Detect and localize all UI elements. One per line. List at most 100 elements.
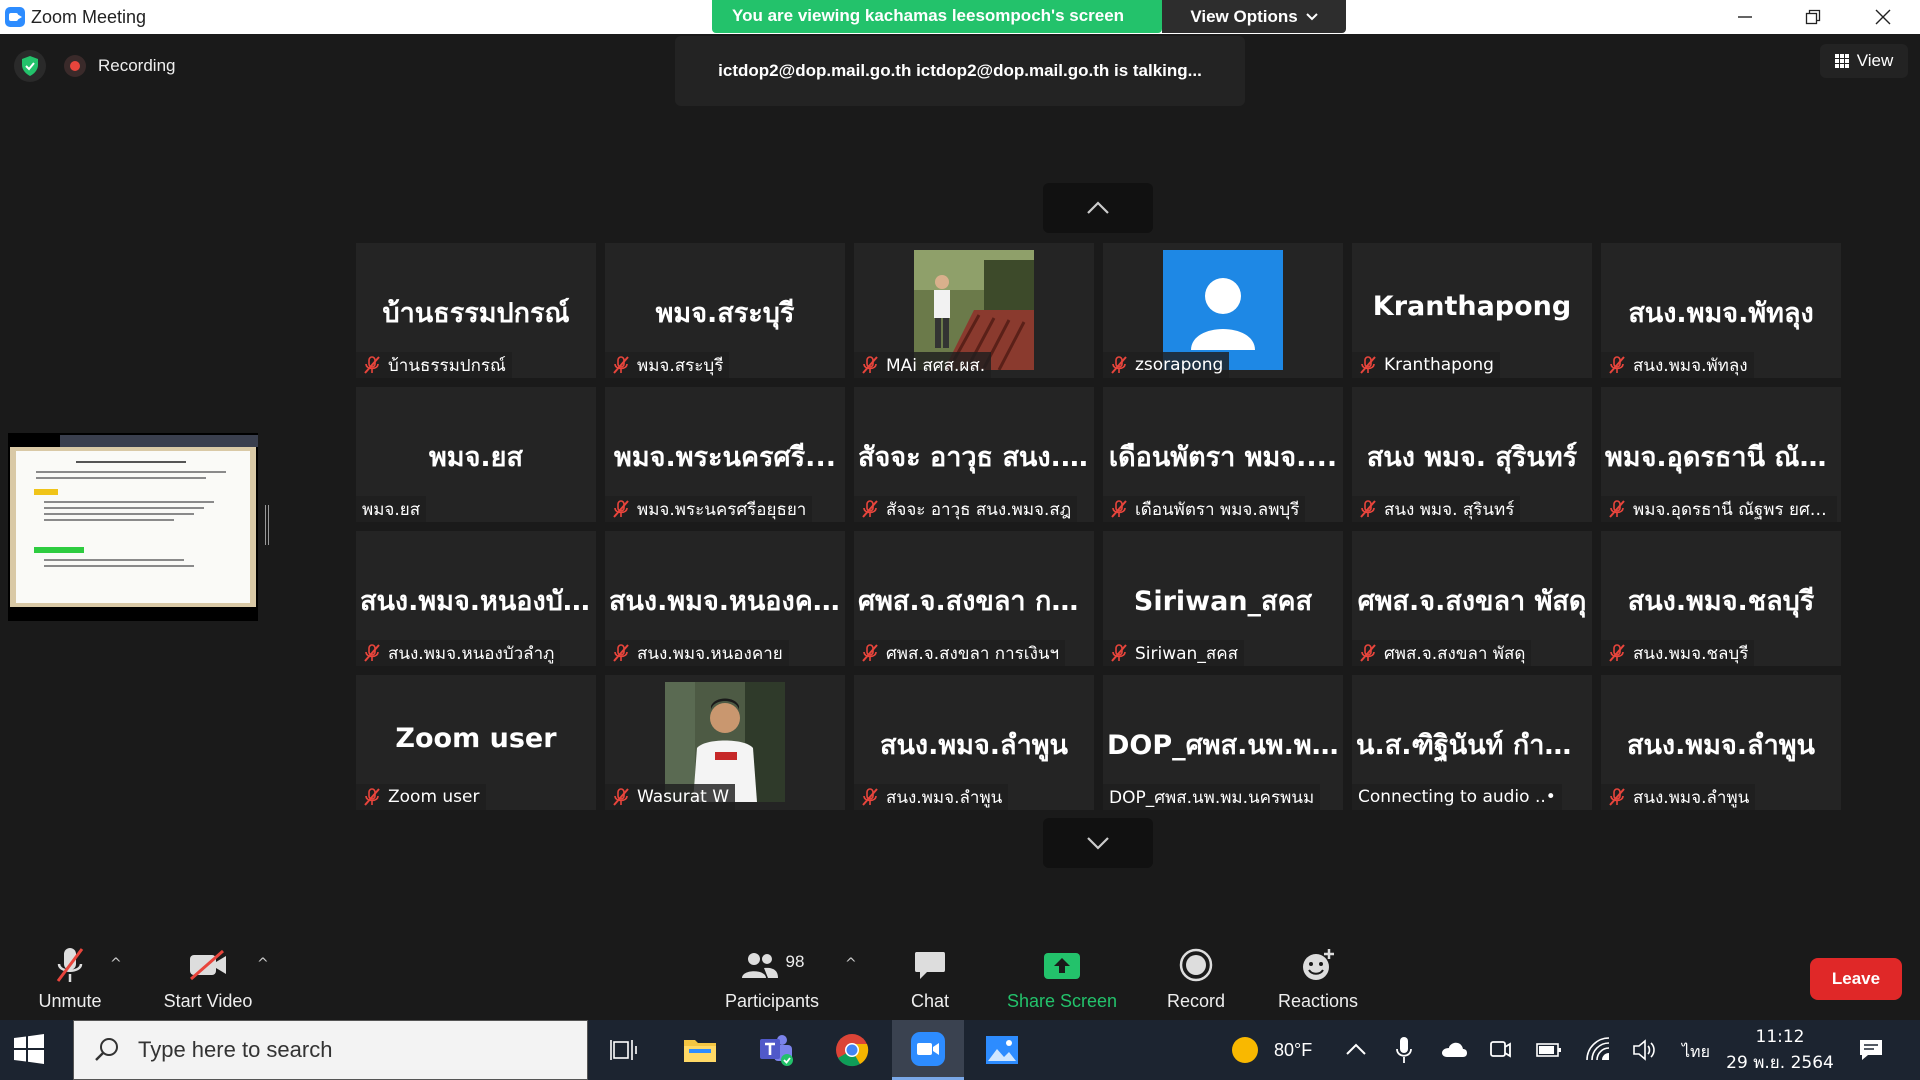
participant-tile[interactable]: Zoom user Zoom user bbox=[356, 675, 596, 810]
participants-button[interactable]: 98 Participants bbox=[722, 934, 822, 1020]
participant-tile[interactable]: Wasurat W bbox=[605, 675, 845, 810]
previous-page-button[interactable] bbox=[1043, 183, 1153, 233]
chrome-button[interactable] bbox=[816, 1020, 888, 1080]
participant-name: Wasurat W bbox=[637, 787, 730, 807]
next-page-button[interactable] bbox=[1043, 818, 1153, 868]
chat-icon bbox=[915, 952, 945, 979]
muted-mic-icon bbox=[1358, 355, 1378, 375]
participant-tile[interactable]: สนง.พมจ.ลำพูน สนง.พมจ.ลำพูน bbox=[854, 675, 1094, 810]
leave-button[interactable]: Leave bbox=[1810, 958, 1902, 1000]
participant-tile[interactable]: พมจ.สระบุรี พมจ.สระบุรี bbox=[605, 243, 845, 378]
muted-mic-icon bbox=[1607, 643, 1627, 663]
unmute-button[interactable]: Unmute bbox=[30, 934, 110, 1020]
muted-mic-icon bbox=[362, 355, 382, 375]
participant-display-name: สนง.พมจ.หนองค... bbox=[609, 586, 844, 617]
participant-display-name: บ้านธรรมปกรณ์ bbox=[382, 298, 570, 329]
participant-name: DOP_ศพส.นพ.พม.นครพนม bbox=[1109, 787, 1315, 808]
share-screen-icon bbox=[1044, 953, 1080, 979]
participant-tile[interactable]: สนง.พมจ.พัทลุง สนง.พมจ.พัทลุง bbox=[1601, 243, 1841, 378]
encryption-shield[interactable] bbox=[14, 50, 46, 82]
participant-tile[interactable]: สนง.พมจ.หนองค... สนง.พมจ.หนองคาย bbox=[605, 531, 845, 666]
participant-tile[interactable]: พมจ.อุดรธานี ณัฐ... พมจ.อุดรธานี ณัฐพร ยศ… bbox=[1601, 387, 1841, 522]
muted-mic-icon bbox=[1358, 643, 1378, 663]
participant-tile[interactable]: พมจ.พระนครศรี... พมจ.พระนครศรีอยุธยา bbox=[605, 387, 845, 522]
notification-center-icon[interactable] bbox=[1858, 1038, 1884, 1062]
volume-icon[interactable] bbox=[1632, 1038, 1658, 1062]
file-explorer-button[interactable] bbox=[664, 1020, 736, 1080]
video-options-caret[interactable]: ^ bbox=[257, 956, 269, 972]
participant-tile[interactable]: Siriwan_สคส Siriwan_สคส bbox=[1103, 531, 1343, 666]
participant-display-name: สนง.พมจ.พัทลุง bbox=[1628, 298, 1814, 329]
participant-tile[interactable]: บ้านธรรมปกรณ์ บ้านธรรมปกรณ์ bbox=[356, 243, 596, 378]
participant-display-name: Siriwan_สคส bbox=[1133, 586, 1313, 617]
participant-tile[interactable]: พมจ.ยส พมจ.ยส bbox=[356, 387, 596, 522]
photos-button[interactable] bbox=[966, 1020, 1038, 1080]
participant-name-label: บ้านธรรมปกรณ์ bbox=[356, 352, 512, 378]
weather-temp[interactable]: 80°F bbox=[1274, 1040, 1312, 1061]
windows-start-icon[interactable] bbox=[14, 1034, 44, 1064]
windows-taskbar: Type here to search 80°F ไทย 11:12 29 พ.… bbox=[0, 1020, 1920, 1080]
close-button[interactable] bbox=[1853, 0, 1913, 34]
teams-button[interactable] bbox=[740, 1020, 812, 1080]
zoom-taskbar-button[interactable] bbox=[892, 1020, 964, 1080]
participant-tile[interactable]: สนง.พมจ.ลำพูน สนง.พมจ.ลำพูน bbox=[1601, 675, 1841, 810]
participant-name: สัจจะ อาวุธ สนง.พมจ.สฎ bbox=[886, 499, 1072, 520]
participant-name-label: เดือนพัตรา พมจ.ลพบุรี bbox=[1103, 496, 1306, 522]
participant-tile[interactable]: สนง.พมจ.ชลบุรี สนง.พมจ.ชลบุรี bbox=[1601, 531, 1841, 666]
muted-mic-icon bbox=[1109, 499, 1129, 519]
taskbar-clock[interactable]: 11:12 29 พ.ย. 2564 bbox=[1720, 1024, 1840, 1076]
participant-tile[interactable]: ศพส.จ.สงขลา พัสดุ ศพส.จ.สงขลา พัสดุ bbox=[1352, 531, 1592, 666]
task-view-button[interactable] bbox=[588, 1020, 660, 1080]
participant-display-name: สนง.พมจ.ลำพูน bbox=[1626, 730, 1815, 761]
battery-icon[interactable] bbox=[1536, 1042, 1562, 1058]
participants-options-caret[interactable]: ^ bbox=[845, 956, 857, 972]
task-view-icon bbox=[610, 1040, 637, 1060]
reactions-button[interactable]: Reactions bbox=[1272, 934, 1364, 1020]
participant-name: สนง.พมจ.ลำพูน bbox=[1633, 787, 1750, 808]
photos-icon bbox=[986, 1036, 1018, 1064]
meet-now-icon[interactable] bbox=[1488, 1038, 1512, 1062]
participant-display-name: พมจ.ยส bbox=[429, 442, 523, 473]
taskbar-search-box[interactable]: Type here to search bbox=[73, 1020, 588, 1080]
participant-display-name: ศพส.จ.สงขลา กา... bbox=[858, 586, 1094, 617]
participant-tile[interactable]: MAi สศส.ผส. bbox=[854, 243, 1094, 378]
chat-label: Chat bbox=[910, 991, 950, 1011]
chat-button[interactable]: Chat bbox=[900, 934, 960, 1020]
view-options-button[interactable]: View Options bbox=[1162, 0, 1346, 33]
participant-tile[interactable]: zsorapong bbox=[1103, 243, 1343, 378]
shield-check-icon bbox=[22, 56, 38, 76]
participant-tile[interactable]: สัจจะ อาวุธ สนง.... สัจจะ อาวุธ สนง.พมจ.ส… bbox=[854, 387, 1094, 522]
participant-name-label: พมจ.ยส bbox=[356, 496, 427, 522]
record-icon bbox=[1179, 948, 1213, 982]
minimize-button[interactable] bbox=[1715, 0, 1775, 34]
participant-name-label: zsorapong bbox=[1103, 352, 1230, 378]
shared-screen-thumbnail[interactable] bbox=[8, 433, 258, 621]
muted-mic-icon bbox=[362, 643, 382, 663]
microphone-icon[interactable] bbox=[1396, 1036, 1412, 1064]
muted-mic-icon bbox=[860, 355, 880, 375]
start-video-button[interactable]: Start Video bbox=[158, 934, 258, 1020]
participant-name: พมจ.อุดรธานี ณัฐพร ยศสู... bbox=[1633, 499, 1831, 520]
participant-tile[interactable]: สนง.พมจ.หนองบั... สนง.พมจ.หนองบัวลำภู bbox=[356, 531, 596, 666]
participant-tile[interactable]: ศพส.จ.สงขลา กา... ศพส.จ.สงขลา การเงินฯ bbox=[854, 531, 1094, 666]
record-button[interactable]: Record bbox=[1160, 934, 1232, 1020]
share-screen-button[interactable]: Share Screen bbox=[1002, 934, 1122, 1020]
audio-options-caret[interactable]: ^ bbox=[110, 956, 122, 972]
onedrive-cloud-icon[interactable] bbox=[1440, 1040, 1468, 1058]
participant-tile[interactable]: Kranthapong Kranthapong bbox=[1352, 243, 1592, 378]
restore-button[interactable] bbox=[1783, 0, 1843, 34]
wifi-icon[interactable] bbox=[1585, 1036, 1611, 1062]
recording-indicator[interactable]: Recording bbox=[64, 50, 176, 82]
participant-tile[interactable]: น.ส.ฑิฐินันท์ กำแ... Connecting to audio … bbox=[1352, 675, 1592, 810]
participant-tile[interactable]: สนง พมจ. สุรินทร์ สนง พมจ. สุรินทร์ bbox=[1352, 387, 1592, 522]
participant-tile[interactable]: DOP_ศพส.นพ.พ... DOP_ศพส.นพ.พม.นครพนม bbox=[1103, 675, 1343, 810]
participant-name-label: พมจ.อุดรธานี ณัฐพร ยศสู... bbox=[1601, 496, 1837, 522]
input-language[interactable]: ไทย bbox=[1682, 1040, 1710, 1065]
thumbnail-resize-handle[interactable] bbox=[265, 505, 269, 545]
muted-mic-icon bbox=[860, 787, 880, 807]
view-button[interactable]: View bbox=[1820, 44, 1908, 78]
participant-tile[interactable]: เดือนพัตรา พมจ.... เดือนพัตรา พมจ.ลพบุรี bbox=[1103, 387, 1343, 522]
participant-name: สนง พมจ. สุรินทร์ bbox=[1384, 499, 1515, 520]
tray-chevron-up-icon[interactable] bbox=[1345, 1042, 1367, 1056]
participant-name: สนง.พมจ.หนองบัวลำภู bbox=[388, 643, 555, 664]
